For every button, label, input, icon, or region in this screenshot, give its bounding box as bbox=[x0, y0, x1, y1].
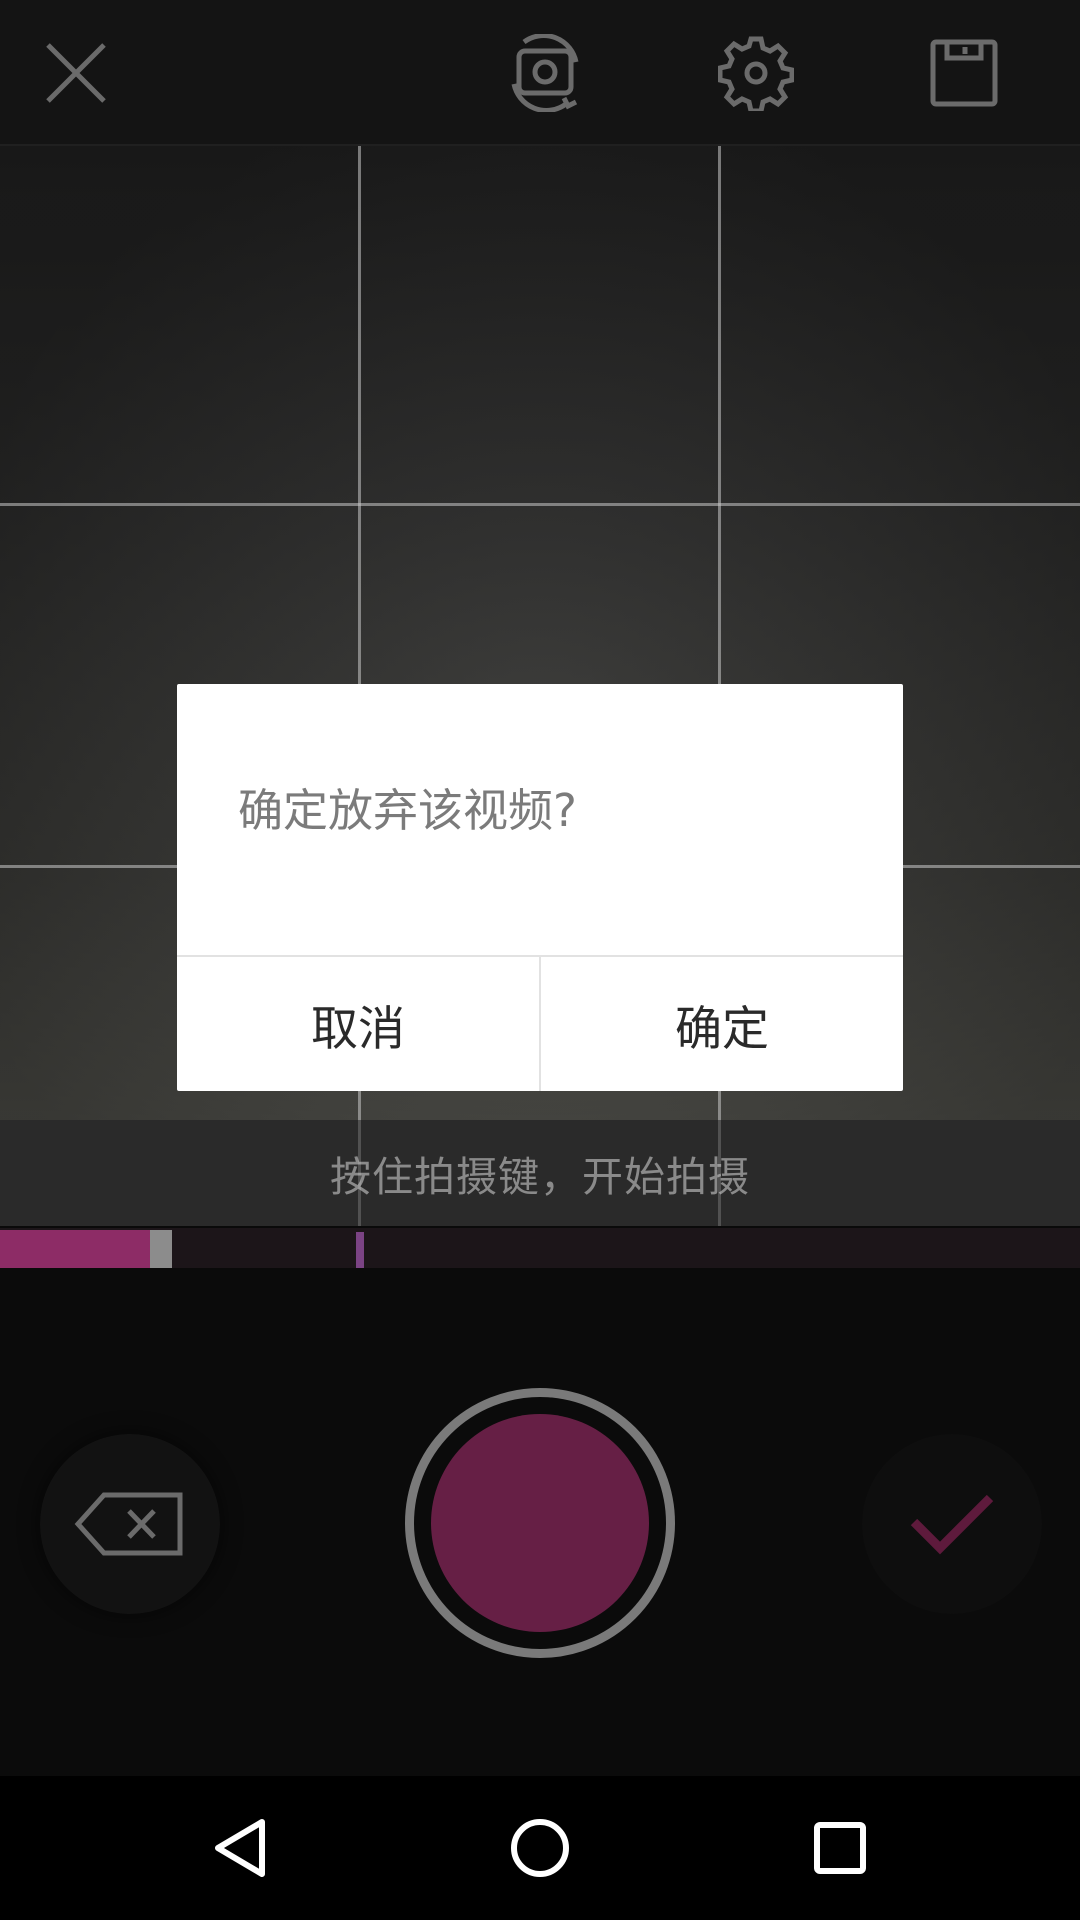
close-icon[interactable] bbox=[31, 28, 121, 118]
floppy-disk-icon[interactable] bbox=[919, 28, 1009, 118]
gear-icon[interactable] bbox=[711, 28, 801, 118]
home-circle-icon[interactable] bbox=[495, 1803, 585, 1893]
recent-square-icon[interactable] bbox=[795, 1803, 885, 1893]
grid-line bbox=[358, 1120, 361, 1226]
recording-progress bbox=[0, 1226, 1080, 1270]
cancel-button[interactable]: 取消 bbox=[177, 957, 541, 1091]
confirm-button[interactable] bbox=[862, 1434, 1042, 1614]
grid-line bbox=[718, 1120, 721, 1226]
progress-cursor bbox=[150, 1230, 172, 1268]
top-toolbar bbox=[0, 0, 1080, 146]
checkmark-icon bbox=[910, 1494, 994, 1555]
system-nav-bar bbox=[0, 1776, 1080, 1920]
record-button-ring[interactable] bbox=[405, 1388, 675, 1658]
back-triangle-icon[interactable] bbox=[195, 1803, 285, 1893]
delete-segment-button[interactable] bbox=[40, 1434, 220, 1614]
grid-line bbox=[0, 503, 1080, 506]
hint-bar: 按住拍摄键，开始拍摄 bbox=[0, 1120, 1080, 1226]
record-button[interactable] bbox=[431, 1414, 649, 1632]
ok-button[interactable]: 确定 bbox=[541, 957, 903, 1091]
hint-text: 按住拍摄键，开始拍摄 bbox=[330, 1153, 750, 1201]
dialog-actions: 取消 确定 bbox=[177, 955, 903, 1091]
capture-controls bbox=[0, 1270, 1080, 1776]
backspace-icon bbox=[74, 1492, 183, 1556]
discard-video-dialog: 确定放弃该视频? 取消 确定 bbox=[177, 684, 903, 1091]
progress-fill bbox=[0, 1230, 150, 1268]
dialog-message: 确定放弃该视频? bbox=[238, 784, 577, 837]
camera-flip-icon[interactable] bbox=[500, 28, 590, 118]
min-duration-marker bbox=[356, 1232, 364, 1268]
